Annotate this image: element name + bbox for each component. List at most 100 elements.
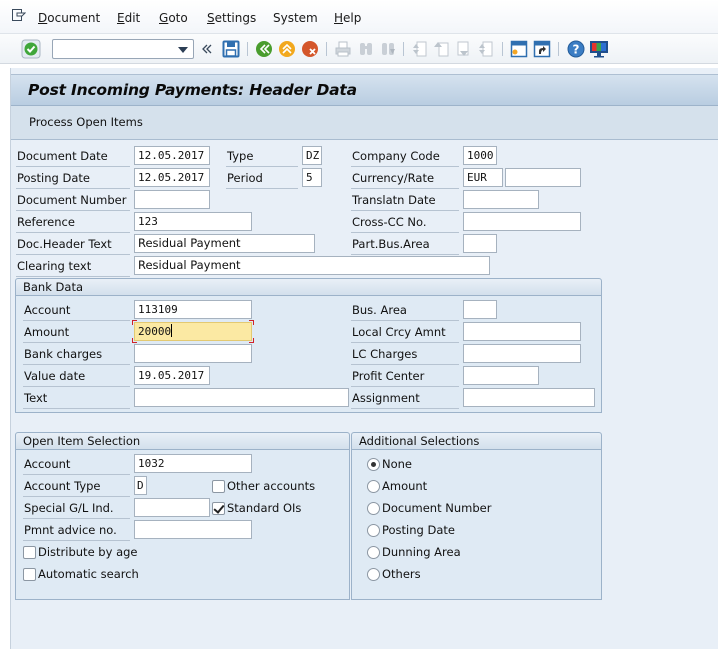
radio-dunning-area[interactable] bbox=[367, 546, 380, 559]
document-date-input[interactable]: 12.05.2017 bbox=[134, 146, 210, 165]
automatic-search-label[interactable]: Automatic search bbox=[38, 567, 139, 581]
back-button[interactable] bbox=[254, 39, 274, 59]
collapse-toolbar-button[interactable] bbox=[199, 39, 215, 59]
special-gl-ind-input[interactable] bbox=[134, 498, 210, 517]
pmnt-advice-no-input[interactable] bbox=[134, 520, 252, 539]
bank-data-title: Bank Data bbox=[23, 280, 83, 294]
amount-label: Amount bbox=[23, 322, 130, 343]
distribute-by-age-checkbox[interactable] bbox=[23, 546, 36, 559]
reference-label: Reference bbox=[16, 212, 130, 233]
exit-button[interactable] bbox=[277, 39, 297, 59]
menu-help[interactable]: Help bbox=[334, 11, 361, 25]
period-input[interactable]: 5 bbox=[302, 168, 322, 187]
standard-ois-label[interactable]: Standard OIs bbox=[227, 501, 301, 515]
help-button[interactable]: ? bbox=[566, 39, 586, 59]
find-button[interactable] bbox=[356, 39, 376, 59]
radio-none-label[interactable]: None bbox=[382, 457, 412, 471]
lc-charges-input[interactable] bbox=[463, 344, 581, 363]
type-input[interactable]: DZ bbox=[302, 146, 322, 165]
currency-input[interactable]: EUR bbox=[463, 168, 503, 187]
cancel-button[interactable] bbox=[300, 39, 320, 59]
last-page-button[interactable] bbox=[476, 39, 496, 59]
system-menu-icon[interactable] bbox=[12, 9, 26, 21]
amount-input[interactable]: 20000 bbox=[134, 322, 252, 341]
cross-cc-no-input[interactable] bbox=[463, 212, 581, 231]
value-date-input[interactable]: 19.05.2017 bbox=[134, 366, 210, 385]
collapse-icon bbox=[202, 44, 212, 54]
first-page-button[interactable] bbox=[410, 39, 430, 59]
profit-center-input[interactable] bbox=[463, 366, 539, 385]
save-button[interactable] bbox=[221, 39, 241, 59]
posting-date-label: Posting Date bbox=[16, 168, 130, 189]
radio-others[interactable] bbox=[367, 568, 380, 581]
customize-layout-icon bbox=[590, 41, 608, 58]
bank-account-input[interactable]: 113109 bbox=[134, 300, 252, 319]
radio-posting-date-label[interactable]: Posting Date bbox=[382, 523, 455, 537]
menu-system[interactable]: System bbox=[273, 11, 318, 25]
reference-input[interactable]: 123 bbox=[134, 212, 252, 231]
radio-amount[interactable] bbox=[367, 480, 380, 493]
create-shortcut-button[interactable] bbox=[532, 39, 552, 59]
local-crcy-amnt-input[interactable] bbox=[463, 322, 581, 341]
create-shortcut-icon bbox=[533, 40, 551, 58]
print-icon bbox=[335, 41, 351, 57]
clearing-text-label: Clearing text bbox=[16, 256, 130, 277]
posting-date-input[interactable]: 12.05.2017 bbox=[134, 168, 210, 187]
enter-button[interactable] bbox=[21, 39, 41, 59]
radio-none[interactable] bbox=[367, 458, 380, 471]
command-dropdown-icon[interactable] bbox=[178, 47, 188, 53]
assignment-input[interactable] bbox=[463, 388, 595, 407]
menu-settings[interactable]: Settings bbox=[207, 11, 256, 25]
previous-page-button[interactable] bbox=[432, 39, 452, 59]
radio-document-number-label[interactable]: Document Number bbox=[382, 501, 491, 515]
standard-ois-checkbox[interactable] bbox=[212, 502, 225, 515]
command-field[interactable] bbox=[52, 39, 194, 59]
customize-layout-button[interactable] bbox=[589, 39, 609, 59]
process-open-items-button[interactable]: Process Open Items bbox=[29, 115, 143, 129]
radio-amount-label[interactable]: Amount bbox=[382, 479, 427, 493]
other-accounts-checkbox[interactable] bbox=[212, 480, 225, 493]
part-bus-area-input[interactable] bbox=[463, 234, 497, 253]
cross-cc-no-label: Cross-CC No. bbox=[351, 212, 459, 233]
doc-header-text-input[interactable]: Residual Payment bbox=[134, 234, 315, 253]
find-next-button[interactable] bbox=[378, 39, 398, 59]
bank-charges-input[interactable] bbox=[134, 344, 252, 363]
translation-date-label: Translatn Date bbox=[351, 190, 459, 211]
profit-center-label: Profit Center bbox=[351, 366, 459, 387]
radio-dunning-area-label[interactable]: Dunning Area bbox=[382, 545, 461, 559]
help-icon: ? bbox=[567, 40, 585, 58]
exit-icon bbox=[279, 41, 295, 57]
translation-date-input[interactable] bbox=[463, 190, 539, 209]
distribute-by-age-label[interactable]: Distribute by age bbox=[38, 545, 138, 559]
account-type-label: Account Type bbox=[23, 476, 130, 497]
document-number-label: Document Number bbox=[16, 190, 130, 211]
account-type-input[interactable]: D bbox=[134, 476, 147, 495]
print-button[interactable] bbox=[333, 39, 353, 59]
find-next-icon bbox=[382, 43, 395, 55]
menu-goto[interactable]: Goto bbox=[159, 11, 188, 25]
menu-bar: Document Edit Goto Settings System Help bbox=[0, 0, 718, 34]
other-accounts-label[interactable]: Other accounts bbox=[227, 479, 315, 493]
first-page-icon bbox=[413, 41, 427, 57]
company-code-input[interactable]: 1000 bbox=[463, 146, 497, 165]
standard-toolbar: ? bbox=[0, 34, 718, 64]
bank-account-label: Account bbox=[23, 300, 130, 321]
radio-document-number[interactable] bbox=[367, 502, 380, 515]
exchange-rate-input[interactable] bbox=[505, 168, 581, 187]
document-number-input[interactable] bbox=[134, 190, 210, 209]
radio-others-label[interactable]: Others bbox=[382, 567, 421, 581]
next-page-button[interactable] bbox=[454, 39, 474, 59]
previous-page-icon bbox=[434, 42, 449, 57]
menu-document[interactable]: Document bbox=[38, 11, 100, 25]
menu-edit[interactable]: Edit bbox=[117, 11, 140, 25]
oi-account-input[interactable]: 1032 bbox=[134, 454, 252, 473]
bus-area-input[interactable] bbox=[463, 300, 497, 319]
part-bus-area-label: Part.Bus.Area bbox=[351, 234, 459, 255]
automatic-search-checkbox[interactable] bbox=[23, 568, 36, 581]
radio-posting-date[interactable] bbox=[367, 524, 380, 537]
application-toolbar: Process Open Items bbox=[11, 106, 718, 140]
create-session-button[interactable] bbox=[509, 39, 529, 59]
text-label: Text bbox=[23, 388, 130, 409]
clearing-text-input[interactable]: Residual Payment bbox=[134, 256, 490, 275]
text-input[interactable] bbox=[134, 388, 349, 407]
